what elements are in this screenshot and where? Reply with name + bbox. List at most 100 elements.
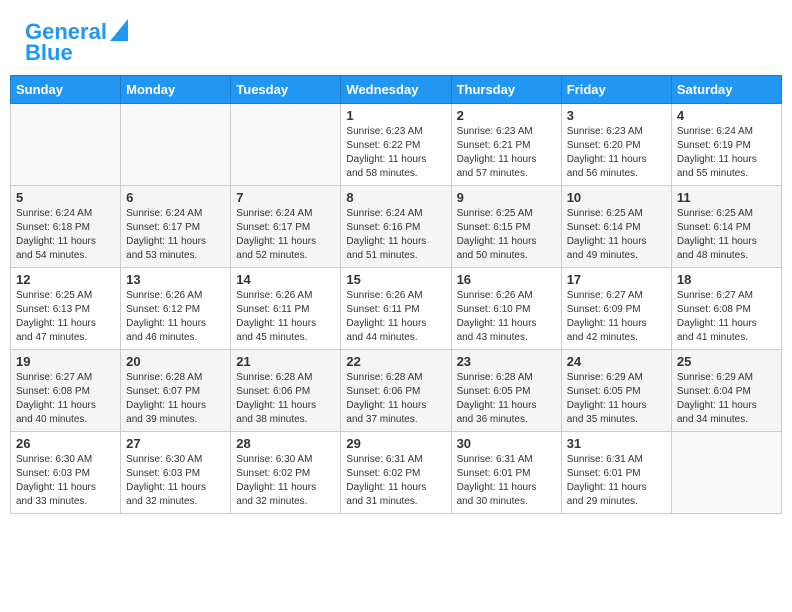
calendar-header-row: SundayMondayTuesdayWednesdayThursdayFrid… [11, 76, 782, 104]
calendar-cell [231, 104, 341, 186]
day-number: 4 [677, 108, 776, 123]
day-info: Sunrise: 6:25 AM Sunset: 6:14 PM Dayligh… [567, 207, 666, 263]
day-info: Sunrise: 6:28 AM Sunset: 6:06 PM Dayligh… [236, 371, 335, 427]
day-number: 20 [126, 354, 225, 369]
calendar-cell [11, 104, 121, 186]
day-info: Sunrise: 6:28 AM Sunset: 6:07 PM Dayligh… [126, 371, 225, 427]
calendar-week-3: 12Sunrise: 6:25 AM Sunset: 6:13 PM Dayli… [11, 268, 782, 350]
day-number: 2 [457, 108, 556, 123]
calendar-cell: 13 Sunrise: 6:26 AM Sunset: 6:12 PM Dayli… [121, 268, 231, 350]
calendar-cell: 8Sunrise: 6:24 AM Sunset: 6:16 PM Daylig… [341, 186, 451, 268]
calendar-cell: 6 Sunrise: 6:24 AM Sunset: 6:17 PM Daylig… [121, 186, 231, 268]
day-info: Sunrise: 6:30 AM Sunset: 6:03 PM Dayligh… [126, 453, 225, 509]
day-number: 19 [16, 354, 115, 369]
day-number: 14 [236, 272, 335, 287]
calendar-cell: 14 Sunrise: 6:26 AM Sunset: 6:11 PM Dayli… [231, 268, 341, 350]
calendar: SundayMondayTuesdayWednesdayThursdayFrid… [10, 75, 782, 514]
calendar-week-1: 1 Sunrise: 6:23 AM Sunset: 6:22 PM Daylig… [11, 104, 782, 186]
calendar-cell: 27 Sunrise: 6:30 AM Sunset: 6:03 PM Dayli… [121, 432, 231, 514]
calendar-week-4: 19 Sunrise: 6:27 AM Sunset: 6:08 PM Dayli… [11, 350, 782, 432]
calendar-cell: 9Sunrise: 6:25 AM Sunset: 6:15 PM Daylig… [451, 186, 561, 268]
day-number: 1 [346, 108, 445, 123]
header: General Blue [10, 10, 782, 70]
day-info: Sunrise: 6:25 AM Sunset: 6:13 PM Dayligh… [16, 289, 115, 345]
day-info: Sunrise: 6:25 AM Sunset: 6:14 PM Dayligh… [677, 207, 776, 263]
calendar-cell: 2Sunrise: 6:23 AM Sunset: 6:21 PM Daylig… [451, 104, 561, 186]
calendar-cell: 12Sunrise: 6:25 AM Sunset: 6:13 PM Dayli… [11, 268, 121, 350]
day-number: 29 [346, 436, 445, 451]
day-info: Sunrise: 6:28 AM Sunset: 6:06 PM Dayligh… [346, 371, 445, 427]
day-header-friday: Friday [561, 76, 671, 104]
calendar-cell: 1 Sunrise: 6:23 AM Sunset: 6:22 PM Daylig… [341, 104, 451, 186]
day-header-thursday: Thursday [451, 76, 561, 104]
day-header-sunday: Sunday [11, 76, 121, 104]
logo-icon [110, 19, 128, 41]
day-number: 5 [16, 190, 115, 205]
day-info: Sunrise: 6:24 AM Sunset: 6:17 PM Dayligh… [126, 207, 225, 263]
day-info: Sunrise: 6:24 AM Sunset: 6:17 PM Dayligh… [236, 207, 335, 263]
day-info: Sunrise: 6:26 AM Sunset: 6:12 PM Dayligh… [126, 289, 225, 345]
day-info: Sunrise: 6:24 AM Sunset: 6:16 PM Dayligh… [346, 207, 445, 263]
day-number: 15 [346, 272, 445, 287]
calendar-cell: 22 Sunrise: 6:28 AM Sunset: 6:06 PM Dayli… [341, 350, 451, 432]
day-number: 7 [236, 190, 335, 205]
calendar-cell: 29 Sunrise: 6:31 AM Sunset: 6:02 PM Dayli… [341, 432, 451, 514]
day-number: 3 [567, 108, 666, 123]
day-number: 16 [457, 272, 556, 287]
day-header-tuesday: Tuesday [231, 76, 341, 104]
day-number: 18 [677, 272, 776, 287]
day-number: 27 [126, 436, 225, 451]
day-info: Sunrise: 6:27 AM Sunset: 6:08 PM Dayligh… [16, 371, 115, 427]
day-info: Sunrise: 6:23 AM Sunset: 6:20 PM Dayligh… [567, 125, 666, 181]
calendar-cell: 19 Sunrise: 6:27 AM Sunset: 6:08 PM Dayli… [11, 350, 121, 432]
day-number: 17 [567, 272, 666, 287]
calendar-week-5: 26 Sunrise: 6:30 AM Sunset: 6:03 PM Dayli… [11, 432, 782, 514]
calendar-cell: 24 Sunrise: 6:29 AM Sunset: 6:05 PM Dayli… [561, 350, 671, 432]
day-info: Sunrise: 6:31 AM Sunset: 6:02 PM Dayligh… [346, 453, 445, 509]
day-number: 30 [457, 436, 556, 451]
day-info: Sunrise: 6:30 AM Sunset: 6:02 PM Dayligh… [236, 453, 335, 509]
day-number: 6 [126, 190, 225, 205]
day-info: Sunrise: 6:26 AM Sunset: 6:11 PM Dayligh… [236, 289, 335, 345]
day-info: Sunrise: 6:30 AM Sunset: 6:03 PM Dayligh… [16, 453, 115, 509]
calendar-cell: 28 Sunrise: 6:30 AM Sunset: 6:02 PM Dayli… [231, 432, 341, 514]
calendar-cell: 20 Sunrise: 6:28 AM Sunset: 6:07 PM Dayli… [121, 350, 231, 432]
day-info: Sunrise: 6:24 AM Sunset: 6:18 PM Dayligh… [16, 207, 115, 263]
day-info: Sunrise: 6:26 AM Sunset: 6:11 PM Dayligh… [346, 289, 445, 345]
calendar-cell: 23 Sunrise: 6:28 AM Sunset: 6:05 PM Dayli… [451, 350, 561, 432]
day-header-wednesday: Wednesday [341, 76, 451, 104]
day-number: 22 [346, 354, 445, 369]
day-info: Sunrise: 6:29 AM Sunset: 6:04 PM Dayligh… [677, 371, 776, 427]
day-info: Sunrise: 6:29 AM Sunset: 6:05 PM Dayligh… [567, 371, 666, 427]
day-number: 9 [457, 190, 556, 205]
day-number: 10 [567, 190, 666, 205]
calendar-week-2: 5 Sunrise: 6:24 AM Sunset: 6:18 PM Daylig… [11, 186, 782, 268]
day-info: Sunrise: 6:27 AM Sunset: 6:09 PM Dayligh… [567, 289, 666, 345]
day-number: 13 [126, 272, 225, 287]
day-info: Sunrise: 6:24 AM Sunset: 6:19 PM Dayligh… [677, 125, 776, 181]
calendar-cell: 18Sunrise: 6:27 AM Sunset: 6:08 PM Dayli… [671, 268, 781, 350]
calendar-cell [121, 104, 231, 186]
calendar-cell: 11Sunrise: 6:25 AM Sunset: 6:14 PM Dayli… [671, 186, 781, 268]
day-info: Sunrise: 6:31 AM Sunset: 6:01 PM Dayligh… [567, 453, 666, 509]
day-info: Sunrise: 6:28 AM Sunset: 6:05 PM Dayligh… [457, 371, 556, 427]
calendar-cell: 30Sunrise: 6:31 AM Sunset: 6:01 PM Dayli… [451, 432, 561, 514]
calendar-cell: 5 Sunrise: 6:24 AM Sunset: 6:18 PM Daylig… [11, 186, 121, 268]
calendar-cell: 21 Sunrise: 6:28 AM Sunset: 6:06 PM Dayli… [231, 350, 341, 432]
day-header-monday: Monday [121, 76, 231, 104]
day-number: 23 [457, 354, 556, 369]
calendar-cell: 31Sunrise: 6:31 AM Sunset: 6:01 PM Dayli… [561, 432, 671, 514]
calendar-cell: 17 Sunrise: 6:27 AM Sunset: 6:09 PM Dayli… [561, 268, 671, 350]
calendar-cell: 7 Sunrise: 6:24 AM Sunset: 6:17 PM Daylig… [231, 186, 341, 268]
day-number: 24 [567, 354, 666, 369]
day-number: 26 [16, 436, 115, 451]
day-info: Sunrise: 6:23 AM Sunset: 6:22 PM Dayligh… [346, 125, 445, 181]
day-number: 28 [236, 436, 335, 451]
calendar-cell: 3 Sunrise: 6:23 AM Sunset: 6:20 PM Daylig… [561, 104, 671, 186]
day-number: 21 [236, 354, 335, 369]
calendar-cell: 15 Sunrise: 6:26 AM Sunset: 6:11 PM Dayli… [341, 268, 451, 350]
day-header-saturday: Saturday [671, 76, 781, 104]
calendar-cell: 25Sunrise: 6:29 AM Sunset: 6:04 PM Dayli… [671, 350, 781, 432]
logo-blue-text: Blue [25, 41, 73, 65]
calendar-cell: 26 Sunrise: 6:30 AM Sunset: 6:03 PM Dayli… [11, 432, 121, 514]
